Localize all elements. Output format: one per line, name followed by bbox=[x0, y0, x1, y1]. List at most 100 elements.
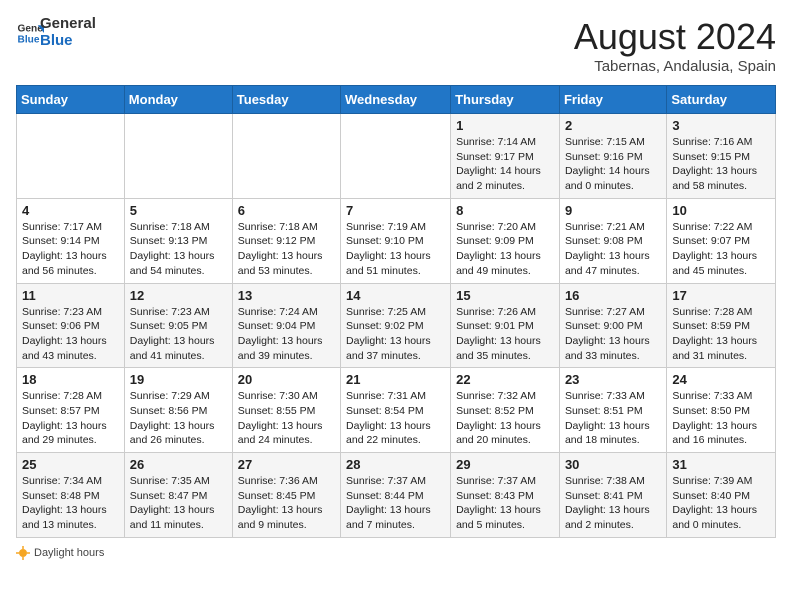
calendar-week-row: 1 Sunrise: 7:14 AM Sunset: 9:17 PM Daylig… bbox=[17, 114, 776, 199]
day-info: Sunrise: 7:25 AM Sunset: 9:02 PM Dayligh… bbox=[346, 305, 445, 364]
calendar-cell: 21Sunrise: 7:31 AM Sunset: 8:54 PM Dayli… bbox=[341, 368, 451, 453]
day-number: 27 bbox=[238, 457, 335, 472]
day-number: 23 bbox=[565, 372, 661, 387]
daylight-label: Daylight hours bbox=[34, 547, 104, 559]
day-info: Sunrise: 7:36 AM Sunset: 8:45 PM Dayligh… bbox=[238, 474, 335, 533]
day-number: 29 bbox=[456, 457, 554, 472]
day-number: 4 bbox=[22, 203, 119, 218]
day-number: 15 bbox=[456, 288, 554, 303]
calendar-cell: 16Sunrise: 7:27 AM Sunset: 9:00 PM Dayli… bbox=[559, 283, 666, 368]
day-info: Sunrise: 7:15 AM Sunset: 9:16 PM Dayligh… bbox=[565, 135, 661, 194]
calendar-cell: 1 Sunrise: 7:14 AM Sunset: 9:17 PM Daylig… bbox=[451, 114, 560, 199]
day-number: 1 bbox=[456, 118, 554, 133]
logo: General Blue General Blue bbox=[16, 16, 96, 49]
calendar-cell: 6 Sunrise: 7:18 AM Sunset: 9:12 PM Daylig… bbox=[232, 198, 340, 283]
day-number: 3 bbox=[672, 118, 770, 133]
calendar-cell: 4Sunrise: 7:17 AM Sunset: 9:14 PM Daylig… bbox=[17, 198, 125, 283]
day-number: 25 bbox=[22, 457, 119, 472]
day-number: 17 bbox=[672, 288, 770, 303]
calendar-cell: 18Sunrise: 7:28 AM Sunset: 8:57 PM Dayli… bbox=[17, 368, 125, 453]
calendar-cell: 13Sunrise: 7:24 AM Sunset: 9:04 PM Dayli… bbox=[232, 283, 340, 368]
calendar-header-wednesday: Wednesday bbox=[341, 86, 451, 114]
calendar-week-row: 11 Sunrise: 7:23 AM Sunset: 9:06 PM Dayli… bbox=[17, 283, 776, 368]
day-number: 5 bbox=[130, 203, 227, 218]
calendar-header-sunday: Sunday bbox=[17, 86, 125, 114]
calendar-week-row: 25 Sunrise: 7:34 AM Sunset: 8:48 PM Dayli… bbox=[17, 453, 776, 538]
calendar-cell: 11 Sunrise: 7:23 AM Sunset: 9:06 PM Dayli… bbox=[17, 283, 125, 368]
day-info: Sunrise: 7:27 AM Sunset: 9:00 PM Dayligh… bbox=[565, 305, 661, 364]
day-info: Sunrise: 7:18 AM Sunset: 9:13 PM Dayligh… bbox=[130, 220, 227, 279]
logo-general-text: General bbox=[40, 16, 96, 33]
calendar-cell: 24Sunrise: 7:33 AM Sunset: 8:50 PM Dayli… bbox=[667, 368, 776, 453]
day-info: Sunrise: 7:30 AM Sunset: 8:55 PM Dayligh… bbox=[238, 389, 335, 448]
logo-blue-text: Blue bbox=[40, 33, 96, 50]
calendar-header-row: SundayMondayTuesdayWednesdayThursdayFrid… bbox=[17, 86, 776, 114]
day-info: Sunrise: 7:34 AM Sunset: 8:48 PM Dayligh… bbox=[22, 474, 119, 533]
day-number: 21 bbox=[346, 372, 445, 387]
calendar-cell: 5 Sunrise: 7:18 AM Sunset: 9:13 PM Daylig… bbox=[124, 198, 232, 283]
calendar-cell: 14 Sunrise: 7:25 AM Sunset: 9:02 PM Dayli… bbox=[341, 283, 451, 368]
day-info: Sunrise: 7:22 AM Sunset: 9:07 PM Dayligh… bbox=[672, 220, 770, 279]
day-info: Sunrise: 7:23 AM Sunset: 9:05 PM Dayligh… bbox=[130, 305, 227, 364]
day-info: Sunrise: 7:28 AM Sunset: 8:59 PM Dayligh… bbox=[672, 305, 770, 364]
day-number: 30 bbox=[565, 457, 661, 472]
calendar-cell bbox=[124, 114, 232, 199]
calendar-cell: 17 Sunrise: 7:28 AM Sunset: 8:59 PM Dayli… bbox=[667, 283, 776, 368]
day-info: Sunrise: 7:14 AM Sunset: 9:17 PM Dayligh… bbox=[456, 135, 554, 194]
calendar-cell: 27 Sunrise: 7:36 AM Sunset: 8:45 PM Dayli… bbox=[232, 453, 340, 538]
calendar-cell bbox=[17, 114, 125, 199]
calendar-cell: 9 Sunrise: 7:21 AM Sunset: 9:08 PM Daylig… bbox=[559, 198, 666, 283]
calendar-header-saturday: Saturday bbox=[667, 86, 776, 114]
day-number: 28 bbox=[346, 457, 445, 472]
calendar-cell: 10 Sunrise: 7:22 AM Sunset: 9:07 PM Dayli… bbox=[667, 198, 776, 283]
calendar-header-tuesday: Tuesday bbox=[232, 86, 340, 114]
day-info: Sunrise: 7:21 AM Sunset: 9:08 PM Dayligh… bbox=[565, 220, 661, 279]
calendar-cell: 19 Sunrise: 7:29 AM Sunset: 8:56 PM Dayli… bbox=[124, 368, 232, 453]
svg-text:Blue: Blue bbox=[18, 34, 40, 45]
day-number: 8 bbox=[456, 203, 554, 218]
day-number: 12 bbox=[130, 288, 227, 303]
day-number: 9 bbox=[565, 203, 661, 218]
calendar-cell: 31Sunrise: 7:39 AM Sunset: 8:40 PM Dayli… bbox=[667, 453, 776, 538]
day-number: 2 bbox=[565, 118, 661, 133]
calendar-body: 1 Sunrise: 7:14 AM Sunset: 9:17 PM Daylig… bbox=[17, 114, 776, 538]
day-info: Sunrise: 7:33 AM Sunset: 8:51 PM Dayligh… bbox=[565, 389, 661, 448]
day-number: 20 bbox=[238, 372, 335, 387]
day-info: Sunrise: 7:38 AM Sunset: 8:41 PM Dayligh… bbox=[565, 474, 661, 533]
calendar-header-friday: Friday bbox=[559, 86, 666, 114]
day-number: 31 bbox=[672, 457, 770, 472]
day-info: Sunrise: 7:37 AM Sunset: 8:43 PM Dayligh… bbox=[456, 474, 554, 533]
calendar-cell bbox=[232, 114, 340, 199]
calendar-header-monday: Monday bbox=[124, 86, 232, 114]
calendar-cell: 15 Sunrise: 7:26 AM Sunset: 9:01 PM Dayli… bbox=[451, 283, 560, 368]
day-info: Sunrise: 7:35 AM Sunset: 8:47 PM Dayligh… bbox=[130, 474, 227, 533]
calendar-cell: 22 Sunrise: 7:32 AM Sunset: 8:52 PM Dayli… bbox=[451, 368, 560, 453]
day-info: Sunrise: 7:26 AM Sunset: 9:01 PM Dayligh… bbox=[456, 305, 554, 364]
day-number: 13 bbox=[238, 288, 335, 303]
calendar-cell bbox=[341, 114, 451, 199]
day-info: Sunrise: 7:23 AM Sunset: 9:06 PM Dayligh… bbox=[22, 305, 119, 364]
location: Tabernas, Andalusia, Spain bbox=[574, 58, 776, 75]
day-number: 14 bbox=[346, 288, 445, 303]
day-number: 7 bbox=[346, 203, 445, 218]
day-number: 11 bbox=[22, 288, 119, 303]
calendar-table: SundayMondayTuesdayWednesdayThursdayFrid… bbox=[16, 85, 776, 538]
calendar-cell: 29 Sunrise: 7:37 AM Sunset: 8:43 PM Dayli… bbox=[451, 453, 560, 538]
sun-icon bbox=[16, 546, 30, 560]
calendar-week-row: 4Sunrise: 7:17 AM Sunset: 9:14 PM Daylig… bbox=[17, 198, 776, 283]
day-info: Sunrise: 7:29 AM Sunset: 8:56 PM Dayligh… bbox=[130, 389, 227, 448]
day-info: Sunrise: 7:18 AM Sunset: 9:12 PM Dayligh… bbox=[238, 220, 335, 279]
day-info: Sunrise: 7:28 AM Sunset: 8:57 PM Dayligh… bbox=[22, 389, 119, 448]
day-number: 10 bbox=[672, 203, 770, 218]
day-number: 6 bbox=[238, 203, 335, 218]
calendar-cell: 25 Sunrise: 7:34 AM Sunset: 8:48 PM Dayli… bbox=[17, 453, 125, 538]
calendar-week-row: 18Sunrise: 7:28 AM Sunset: 8:57 PM Dayli… bbox=[17, 368, 776, 453]
calendar-cell: 28Sunrise: 7:37 AM Sunset: 8:44 PM Dayli… bbox=[341, 453, 451, 538]
day-info: Sunrise: 7:32 AM Sunset: 8:52 PM Dayligh… bbox=[456, 389, 554, 448]
day-number: 19 bbox=[130, 372, 227, 387]
day-number: 22 bbox=[456, 372, 554, 387]
day-info: Sunrise: 7:19 AM Sunset: 9:10 PM Dayligh… bbox=[346, 220, 445, 279]
month-year: August 2024 bbox=[574, 16, 776, 58]
footer: Daylight hours bbox=[16, 546, 776, 560]
calendar-header-thursday: Thursday bbox=[451, 86, 560, 114]
